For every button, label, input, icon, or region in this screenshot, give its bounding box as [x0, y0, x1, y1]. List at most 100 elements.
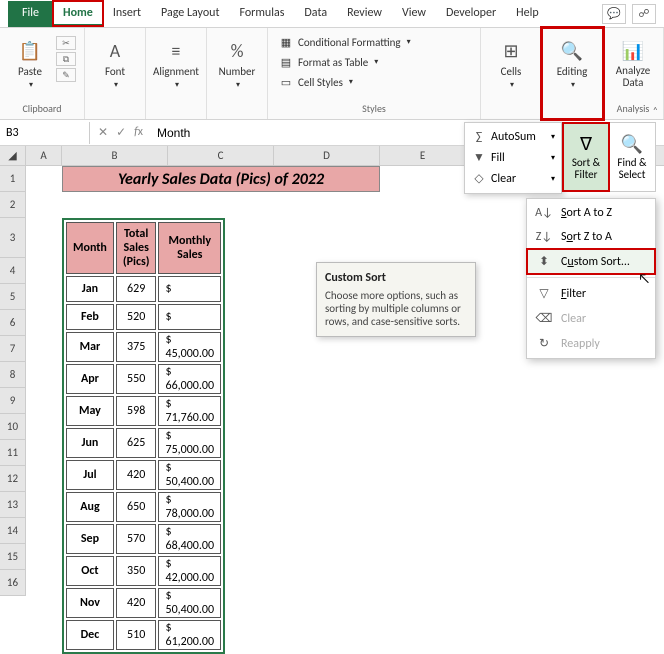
cell-total[interactable]: 420 [116, 460, 157, 490]
header-month[interactable]: Month [66, 222, 114, 274]
cell-sales[interactable]: $42,000.00 [158, 556, 221, 586]
tab-pagelayout[interactable]: Page Layout [151, 1, 229, 26]
header-sales[interactable]: Monthly Sales [158, 222, 221, 274]
conditional-formatting-button[interactable]: ▦ Conditional Formatting▾ [274, 32, 434, 52]
col-B[interactable]: B [62, 146, 168, 165]
cut-icon[interactable]: ✂ [56, 36, 76, 50]
cell-total[interactable]: 629 [116, 276, 157, 302]
share-button[interactable]: ☍ [632, 4, 656, 24]
tab-developer[interactable]: Developer [436, 1, 506, 26]
cell-month[interactable]: Aug [66, 492, 114, 522]
cell-month[interactable]: Feb [66, 304, 114, 330]
cell-month[interactable]: Sep [66, 524, 114, 554]
cell-month[interactable]: Jun [66, 428, 114, 458]
cell-month[interactable]: Jan [66, 276, 114, 302]
fill-item[interactable]: ▼ Fill▾ [469, 147, 557, 168]
editing-button[interactable]: 🔍 Editing▾ [548, 32, 596, 96]
tab-insert[interactable]: Insert [103, 1, 151, 26]
cell-total[interactable]: 650 [116, 492, 157, 522]
number-button[interactable]: % Number▾ [213, 32, 261, 96]
row-13[interactable]: 13 [0, 492, 26, 518]
cell-total[interactable]: 550 [116, 364, 157, 394]
cell-month[interactable]: Apr [66, 364, 114, 394]
row-6[interactable]: 6 [0, 310, 26, 336]
row-11[interactable]: 11 [0, 440, 26, 466]
col-C[interactable]: C [168, 146, 274, 165]
fx-icon[interactable]: fx [134, 125, 143, 140]
autosum-item[interactable]: ∑ AutoSum▾ [469, 127, 557, 147]
row-14[interactable]: 14 [0, 518, 26, 544]
menu-filter[interactable]: ▽ Filter [527, 281, 655, 306]
row-5[interactable]: 5 [0, 284, 26, 310]
cell-total[interactable]: 375 [116, 332, 157, 362]
tab-file[interactable]: File [8, 1, 53, 27]
tab-data[interactable]: Data [294, 1, 337, 26]
cells-button[interactable]: ⊞ Cells▾ [487, 32, 535, 96]
tab-formulas[interactable]: Formulas [229, 1, 294, 26]
alignment-button[interactable]: ≡ Alignment▾ [152, 32, 200, 96]
font-button[interactable]: A Font▾ [91, 32, 139, 96]
cell-total[interactable]: 420 [116, 588, 157, 618]
select-all-corner[interactable]: ◢ [0, 146, 26, 165]
cell-total[interactable]: 570 [116, 524, 157, 554]
comments-button[interactable]: 💬 [602, 4, 626, 24]
format-as-table-button[interactable]: ▤ Format as Table▾ [274, 52, 434, 72]
row-15[interactable]: 15 [0, 544, 26, 570]
analyze-data-button[interactable]: 📊 Analyze Data [609, 32, 657, 96]
row-10[interactable]: 10 [0, 414, 26, 440]
cell-month[interactable]: Nov [66, 588, 114, 618]
cell-sales[interactable]: $50,400.00 [158, 460, 221, 490]
cell-sales[interactable]: $66,000.00 [158, 364, 221, 394]
find-select-button[interactable]: 🔍 Find & Select [609, 123, 655, 191]
cell-sales[interactable]: $71,760.00 [158, 396, 221, 426]
menu-sort-az[interactable]: A↓ Sort A to Z [527, 201, 655, 225]
cell-styles-button[interactable]: ▭ Cell Styles▾ [274, 72, 434, 92]
col-A[interactable]: A [26, 146, 62, 165]
row-12[interactable]: 12 [0, 466, 26, 492]
format-painter-icon[interactable]: ✎ [56, 68, 76, 82]
cell-month[interactable]: Mar [66, 332, 114, 362]
cell-total[interactable]: 625 [116, 428, 157, 458]
cancel-icon[interactable]: ✕ [98, 125, 108, 140]
header-total[interactable]: Total Sales (Pics) [116, 222, 157, 274]
enter-icon[interactable]: ✓ [116, 125, 126, 140]
row-7[interactable]: 7 [0, 336, 26, 362]
tab-view[interactable]: View [392, 1, 436, 26]
cell-sales[interactable]: $61,200.00 [158, 620, 221, 650]
menu-sort-za[interactable]: Z↓ Sort Z to A [527, 225, 655, 249]
cell-total[interactable]: 350 [116, 556, 157, 586]
cell-month[interactable]: May [66, 396, 114, 426]
row-9[interactable]: 9 [0, 388, 26, 414]
cell-sales[interactable]: $68,400.00 [158, 524, 221, 554]
cell-sales[interactable]: $ [158, 304, 221, 330]
col-D[interactable]: D [274, 146, 380, 165]
cell-total[interactable]: 598 [116, 396, 157, 426]
cell-sales[interactable]: $ [158, 276, 221, 302]
cell-sales[interactable]: $78,000.00 [158, 492, 221, 522]
name-box[interactable]: B3 [0, 122, 90, 144]
row-4[interactable]: 4 [0, 258, 26, 284]
paste-button[interactable]: 📋 Paste ▾ [6, 32, 54, 96]
copy-icon[interactable]: ⧉ [56, 52, 76, 66]
collapse-ribbon-icon[interactable]: ˄ [653, 104, 658, 117]
row-1[interactable]: 1 [0, 166, 26, 192]
clear-item[interactable]: ◇ Clear▾ [469, 168, 557, 189]
cell-sales[interactable]: $45,000.00 [158, 332, 221, 362]
cell-month[interactable]: Dec [66, 620, 114, 650]
cell-total[interactable]: 520 [116, 304, 157, 330]
table-title[interactable]: Yearly Sales Data (Pics) of 2022 [62, 166, 380, 192]
cell-month[interactable]: Oct [66, 556, 114, 586]
menu-custom-sort[interactable]: ⬍ Custom Sort... [527, 249, 655, 274]
row-3[interactable]: 3 [0, 218, 26, 258]
row-2[interactable]: 2 [0, 192, 26, 218]
cell-sales[interactable]: $75,000.00 [158, 428, 221, 458]
cell-month[interactable]: Jul [66, 460, 114, 490]
tab-home[interactable]: Home [53, 1, 103, 26]
sort-filter-button[interactable]: ᐁ Sort & Filter [563, 123, 609, 191]
row-8[interactable]: 8 [0, 362, 26, 388]
cell-total[interactable]: 510 [116, 620, 157, 650]
tab-review[interactable]: Review [337, 1, 392, 26]
row-16[interactable]: 16 [0, 570, 26, 596]
tab-help[interactable]: Help [506, 1, 549, 26]
cell-sales[interactable]: $50,400.00 [158, 588, 221, 618]
